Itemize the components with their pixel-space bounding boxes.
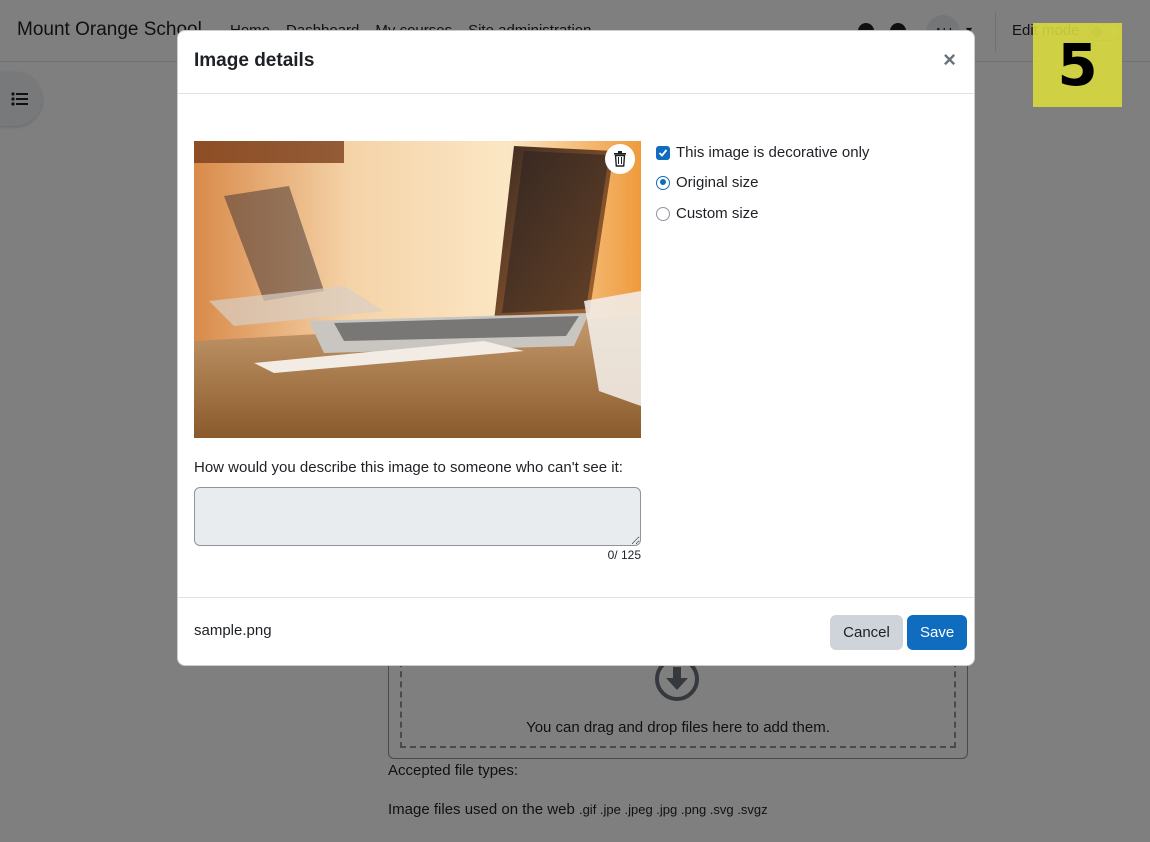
delete-image-button[interactable]: [605, 144, 635, 174]
laptop-photo: [194, 141, 641, 438]
original-size-label[interactable]: Original size: [676, 174, 759, 191]
alt-text-input[interactable]: [194, 487, 641, 546]
custom-size-option[interactable]: Custom size: [656, 205, 759, 222]
step-number-badge: 5: [1033, 23, 1122, 107]
image-details-dialog: Image details × This image is decorative…: [177, 30, 975, 666]
save-button[interactable]: Save: [907, 615, 967, 650]
cancel-button[interactable]: Cancel: [830, 615, 903, 650]
modal-footer: sample.png Cancel Save: [178, 597, 974, 667]
modal-header: Image details ×: [178, 31, 974, 94]
original-size-option[interactable]: Original size: [656, 174, 759, 191]
custom-size-label[interactable]: Custom size: [676, 205, 759, 222]
alt-text-character-counter: 0/ 125: [607, 548, 641, 562]
decorative-checkbox[interactable]: [656, 145, 670, 160]
decorative-label[interactable]: This image is decorative only: [676, 144, 869, 161]
decorative-option[interactable]: This image is decorative only: [656, 144, 869, 161]
custom-size-radio[interactable]: [656, 206, 670, 221]
modal-title: Image details: [194, 50, 315, 71]
image-filename: sample.png: [194, 622, 272, 639]
check-icon: [658, 148, 668, 157]
close-icon[interactable]: ×: [943, 49, 956, 71]
image-preview: [194, 141, 641, 438]
trash-icon: [614, 151, 626, 167]
original-size-radio[interactable]: [656, 175, 670, 190]
alt-text-label: How would you describe this image to som…: [194, 459, 623, 476]
